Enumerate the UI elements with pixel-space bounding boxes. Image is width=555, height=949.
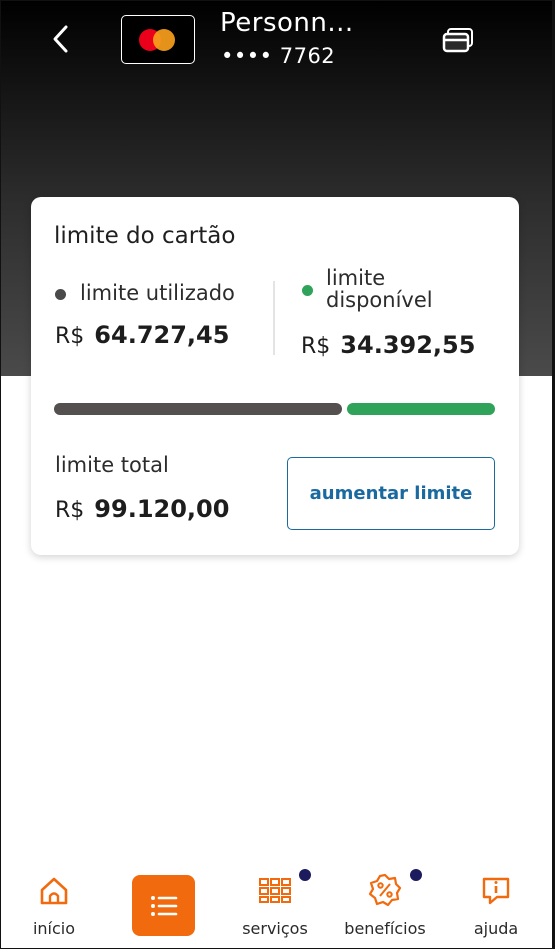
nav-label-servicos: serviços	[242, 919, 308, 938]
card-name: Personn...	[220, 8, 354, 38]
used-limit-bar	[54, 403, 342, 415]
used-limit-dot	[55, 289, 66, 300]
home-icon	[40, 877, 68, 905]
available-limit-label: limite disponível	[326, 266, 433, 312]
back-button[interactable]	[44, 22, 78, 56]
used-limit-amount: R$ 64.727,45	[55, 321, 229, 349]
notification-badge	[299, 869, 311, 881]
menu-list-icon	[150, 895, 177, 916]
currency-symbol: R$	[55, 324, 85, 349]
card-thumbnail	[121, 15, 195, 64]
total-limit-value: 99.120,00	[94, 495, 230, 523]
vertical-divider	[273, 281, 275, 355]
nav-item-ajuda[interactable]: ajuda	[458, 862, 534, 949]
nav-label-beneficios: benefícios	[344, 919, 426, 938]
grid-icon	[259, 878, 291, 903]
limit-progress-bar	[54, 403, 495, 415]
mastercard-logo	[138, 27, 178, 53]
bottom-navigation: início serviços benefícios ajuda	[0, 862, 555, 949]
nav-item-menu[interactable]	[132, 875, 195, 936]
currency-symbol: R$	[55, 498, 85, 523]
total-limit-label: limite total	[55, 453, 169, 477]
card-limit-panel: limite do cartão limite utilizado R$ 64.7…	[31, 197, 519, 555]
increase-limit-button[interactable]: aumentar limite	[287, 457, 495, 530]
chevron-left-icon	[53, 25, 68, 53]
limit-card-title: limite do cartão	[54, 223, 236, 249]
available-limit-value: 34.392,55	[340, 331, 476, 359]
currency-symbol: R$	[301, 334, 331, 359]
available-limit-dot	[302, 285, 313, 296]
available-limit-bar	[347, 403, 495, 415]
cards-stack-icon	[442, 28, 473, 53]
used-limit-label: limite utilizado	[80, 281, 235, 305]
help-info-icon	[482, 877, 510, 905]
nav-item-beneficios[interactable]: benefícios	[338, 862, 432, 949]
switch-card-button[interactable]	[441, 26, 475, 56]
notification-badge	[410, 869, 422, 881]
nav-item-inicio[interactable]: início	[14, 862, 94, 949]
card-number: •••• 7762	[221, 44, 336, 68]
nav-item-servicos[interactable]: serviços	[232, 862, 318, 949]
available-limit-amount: R$ 34.392,55	[301, 331, 475, 359]
percent-badge-icon	[368, 873, 402, 907]
nav-label-ajuda: ajuda	[473, 919, 519, 938]
nav-label-inicio: início	[32, 919, 76, 938]
used-limit-value: 64.727,45	[94, 321, 230, 349]
total-limit-amount: R$ 99.120,00	[55, 495, 229, 523]
